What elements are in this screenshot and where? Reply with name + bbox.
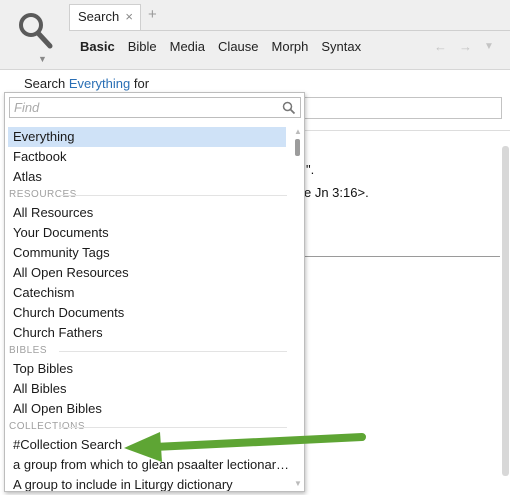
list-item[interactable]: Catechism: [5, 283, 291, 303]
list-item[interactable]: All Resources: [5, 203, 291, 223]
list-item-atlas[interactable]: Atlas: [5, 167, 291, 187]
mode-clause[interactable]: Clause: [218, 39, 258, 54]
results-divider: [300, 256, 500, 257]
mode-bible[interactable]: Bible: [128, 39, 157, 54]
find-field: [9, 97, 301, 118]
annotation-arrow-icon: [124, 432, 366, 462]
search-icon: [282, 101, 296, 115]
mode-syntax[interactable]: Syntax: [321, 39, 361, 54]
search-toolbar: ▼ Search × + Basic Bible Media Clause Mo…: [0, 0, 510, 70]
search-input[interactable]: [300, 97, 502, 119]
close-icon[interactable]: ×: [125, 9, 133, 24]
list-item-everything[interactable]: Everything: [8, 127, 286, 147]
panel-menu-icon[interactable]: ▼: [484, 39, 494, 54]
search-prefix: Search: [24, 76, 69, 91]
result-text-line: ".: [306, 162, 315, 177]
scroll-down-icon[interactable]: ▼: [294, 479, 302, 488]
chevron-down-icon[interactable]: ▼: [38, 54, 47, 64]
magnifier-icon: [19, 13, 53, 49]
history-nav: ← → ▼: [434, 39, 494, 54]
list-item[interactable]: Your Documents: [5, 223, 291, 243]
scope-selector-link[interactable]: Everything: [69, 76, 130, 91]
results-scrollbar[interactable]: [502, 146, 509, 476]
search-suffix: for: [130, 76, 150, 91]
scroll-up-icon[interactable]: ▲: [294, 127, 302, 136]
mode-media[interactable]: Media: [170, 39, 205, 54]
list-item[interactable]: Community Tags: [5, 243, 291, 263]
new-tab-icon[interactable]: +: [148, 6, 157, 23]
search-mode-tabs: Basic Bible Media Clause Morph Syntax: [80, 39, 361, 54]
find-input[interactable]: [14, 100, 274, 115]
section-header-bibles: BIBLES: [5, 343, 291, 359]
list-item-factbook[interactable]: Factbook: [5, 147, 291, 167]
search-icon[interactable]: ▼: [12, 6, 64, 64]
list-item[interactable]: All Open Bibles: [5, 399, 291, 419]
search-scope-line: Search Everything for: [24, 76, 149, 91]
tab-divider: [69, 30, 510, 31]
forward-arrow-icon[interactable]: →: [459, 39, 472, 54]
tab-label: Search: [78, 9, 120, 24]
list-item[interactable]: Church Fathers: [5, 323, 291, 343]
list-item[interactable]: All Open Resources: [5, 263, 291, 283]
list-item[interactable]: A group to include in Liturgy dictionary: [5, 475, 291, 491]
section-header-resources: RESOURCES: [5, 187, 291, 203]
tab-search[interactable]: Search ×: [69, 4, 141, 30]
mode-basic[interactable]: Basic: [80, 39, 115, 54]
result-text-line: e Jn 3:16>.: [304, 185, 369, 200]
list-item[interactable]: Top Bibles: [5, 359, 291, 379]
list-item[interactable]: All Bibles: [5, 379, 291, 399]
mode-morph[interactable]: Morph: [272, 39, 309, 54]
back-arrow-icon[interactable]: ←: [434, 39, 447, 54]
list-scrollbar-thumb[interactable]: [295, 139, 300, 156]
list-item[interactable]: Church Documents: [5, 303, 291, 323]
